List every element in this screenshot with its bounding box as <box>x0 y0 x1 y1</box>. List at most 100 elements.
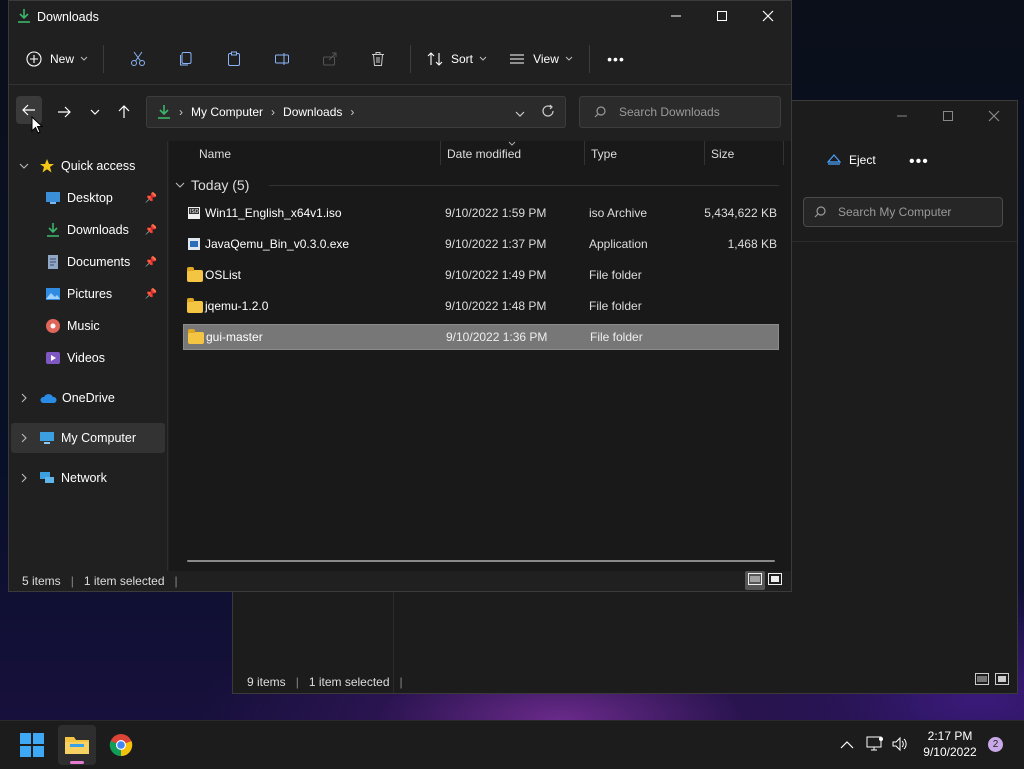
more-options-icon[interactable]: ••• <box>598 43 634 75</box>
view-switcher <box>745 571 785 590</box>
column-separator[interactable] <box>704 141 705 165</box>
breadcrumb-separator-icon: › <box>350 105 355 119</box>
downloads-explorer-window[interactable]: Downloads New Sort View ••• › My Compute… <box>8 0 792 592</box>
bg-eject-button[interactable]: Eject <box>827 147 876 173</box>
file-name: Win11_English_x64v1.iso <box>205 206 342 220</box>
chevron-down-icon <box>90 109 100 115</box>
file-date: 9/10/2022 1:37 PM <box>445 237 547 251</box>
nav-label: Music <box>67 319 100 333</box>
taskbar-chrome[interactable] <box>109 733 133 760</box>
file-date: 9/10/2022 1:59 PM <box>445 206 547 220</box>
refresh-icon <box>542 104 554 117</box>
table-row[interactable]: jqemu-1.2.0 9/10/2022 1:48 PM File folde… <box>183 293 779 319</box>
nav-item-desktop[interactable]: Desktop 📌 <box>45 183 165 213</box>
mouse-cursor-icon <box>31 116 43 134</box>
tiles-view-button[interactable] <box>765 571 785 590</box>
details-view-icon[interactable] <box>975 673 989 685</box>
network-tray-button[interactable] <box>866 736 884 755</box>
breadcrumb-my-computer[interactable]: My Computer <box>191 105 263 119</box>
view-label: View <box>533 51 559 66</box>
cut-button[interactable] <box>114 43 162 75</box>
chevron-down-icon <box>175 182 185 188</box>
details-view-button[interactable] <box>745 571 765 590</box>
column-header-size[interactable]: Size <box>711 141 734 167</box>
sort-icon <box>427 51 443 66</box>
nav-item-quick-access[interactable]: Quick access <box>13 151 163 181</box>
forward-button[interactable] <box>51 100 77 124</box>
download-icon <box>47 223 59 237</box>
tiles-view-icon[interactable] <box>995 673 1009 685</box>
group-divider <box>269 185 779 186</box>
column-separator[interactable] <box>783 141 784 165</box>
title-bar[interactable]: Downloads <box>9 1 791 33</box>
sort-button[interactable]: Sort <box>419 43 495 75</box>
taskbar: 2:17 PM 9/10/2022 2 <box>0 720 1024 769</box>
bg-more-options-icon[interactable]: ••• <box>909 153 929 171</box>
chevron-right-icon <box>21 433 27 443</box>
nav-item-network[interactable]: Network <box>13 463 163 493</box>
view-list-icon <box>510 53 525 64</box>
column-header-name[interactable]: Name <box>199 141 231 167</box>
nav-item-music[interactable]: Music <box>45 311 165 341</box>
file-type: Application <box>589 237 648 251</box>
copy-button[interactable] <box>162 43 210 75</box>
address-history-button[interactable] <box>515 106 525 120</box>
picture-icon <box>46 288 60 300</box>
column-header-type[interactable]: Type <box>591 141 617 167</box>
table-row[interactable]: JavaQemu_Bin_v0.3.0.exe 9/10/2022 1:37 P… <box>183 231 779 257</box>
desktop-icon <box>46 192 60 204</box>
nav-label: Quick access <box>61 159 136 173</box>
search-input[interactable]: Search Downloads <box>579 96 781 128</box>
show-hidden-icons-button[interactable] <box>840 739 854 753</box>
nav-item-my-computer[interactable]: My Computer <box>11 423 165 453</box>
recent-locations-button[interactable] <box>85 100 105 124</box>
horizontal-scrollbar[interactable] <box>187 560 775 562</box>
nav-item-documents[interactable]: Documents 📌 <box>45 247 165 277</box>
nav-label: OneDrive <box>62 391 115 405</box>
bg-minimize-button[interactable] <box>879 101 925 131</box>
trash-icon <box>372 51 384 66</box>
chevron-down-icon <box>515 111 525 117</box>
notification-badge[interactable]: 2 <box>988 737 1003 752</box>
clock[interactable]: 2:17 PM 9/10/2022 <box>912 729 988 759</box>
delete-button[interactable] <box>354 43 402 75</box>
new-button[interactable]: New <box>21 43 93 75</box>
nav-item-downloads[interactable]: Downloads 📌 <box>45 215 165 245</box>
volume-tray-button[interactable] <box>891 736 909 755</box>
up-button[interactable] <box>111 100 137 124</box>
table-row[interactable]: OSList 9/10/2022 1:49 PM File folder <box>183 262 779 288</box>
bg-maximize-button[interactable] <box>925 101 971 131</box>
nav-label: Downloads <box>67 223 129 237</box>
nav-item-videos[interactable]: Videos <box>45 343 165 373</box>
nav-item-pictures[interactable]: Pictures 📌 <box>45 279 165 309</box>
navigation-pane: Quick access Desktop 📌 Downloads 📌 Docum… <box>9 141 168 571</box>
table-row-selected[interactable]: gui-master 9/10/2022 1:36 PM File folder <box>183 324 779 350</box>
folder-icon <box>188 329 204 347</box>
refresh-button[interactable] <box>541 104 555 121</box>
search-icon <box>594 106 606 118</box>
minimize-button[interactable] <box>653 1 699 31</box>
plus-circle-icon <box>26 50 42 67</box>
folder-icon <box>187 298 203 316</box>
column-separator[interactable] <box>440 141 441 165</box>
sort-label: Sort <box>450 51 473 66</box>
bg-close-button[interactable] <box>971 101 1017 131</box>
column-separator[interactable] <box>584 141 585 165</box>
chevron-right-icon <box>21 393 27 403</box>
maximize-button[interactable] <box>699 1 745 31</box>
table-row[interactable]: ISO Win11_English_x64v1.iso 9/10/2022 1:… <box>183 200 779 226</box>
breadcrumb-downloads[interactable]: Downloads <box>283 105 342 119</box>
bg-search-input[interactable]: Search My Computer <box>803 197 1003 227</box>
share-button[interactable] <box>306 43 354 75</box>
start-button[interactable] <box>20 733 44 760</box>
address-bar[interactable]: › My Computer › Downloads › <box>146 96 566 128</box>
window-title: Downloads <box>37 10 99 24</box>
close-button[interactable] <box>745 1 791 31</box>
rename-button[interactable] <box>258 43 306 75</box>
view-button[interactable]: View <box>501 43 581 75</box>
paste-button[interactable] <box>210 43 258 75</box>
group-header-today[interactable]: Today (5) <box>175 175 249 195</box>
nav-item-onedrive[interactable]: OneDrive <box>13 383 163 413</box>
taskbar-file-explorer[interactable] <box>58 725 96 765</box>
chevron-right-icon <box>21 473 27 483</box>
